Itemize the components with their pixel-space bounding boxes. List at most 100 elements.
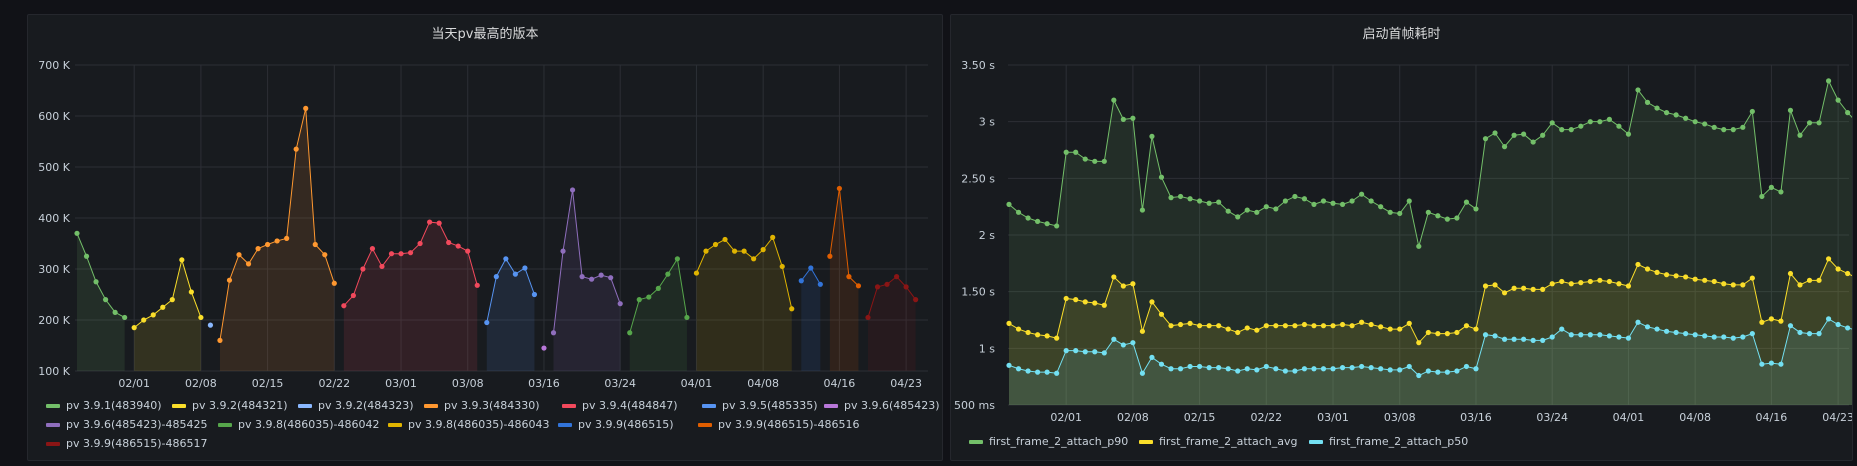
y-tick-label: 100 K [38, 365, 70, 378]
data-point [1511, 336, 1517, 342]
data-point [636, 297, 642, 303]
legend-swatch [969, 440, 983, 444]
data-point [1149, 133, 1155, 139]
legend-item[interactable]: pv 3.9.9(486515)-486517 [46, 437, 208, 450]
legend-label: pv 3.9.9(486515)-486517 [66, 437, 208, 450]
data-point [693, 270, 700, 276]
data-point [808, 265, 814, 271]
legend-item[interactable]: first_frame_2_attach_p50 [1309, 435, 1468, 448]
legend-label: first_frame_2_attach_p90 [989, 435, 1128, 448]
data-point [1549, 120, 1555, 126]
data-point [684, 314, 690, 321]
data-point [1454, 215, 1460, 221]
series-pv-3-9-6-485423 [541, 345, 547, 351]
data-point [1282, 323, 1288, 329]
legend-item[interactable]: pv 3.9.6(485423)-485425 [46, 418, 208, 431]
series-pv-3-9-8-486035-486043 [693, 234, 795, 371]
legend-item[interactable]: pv 3.9.5(485335) [702, 399, 818, 412]
data-point [1168, 366, 1174, 372]
data-point [1606, 333, 1612, 339]
legend-item[interactable]: first_frame_2_attach_avg [1139, 435, 1297, 448]
data-point [1187, 196, 1193, 202]
data-point [541, 345, 547, 351]
data-point [1101, 302, 1107, 308]
data-point [1702, 121, 1708, 127]
data-point [131, 325, 137, 331]
data-point [493, 274, 499, 280]
x-tick-label: 02/15 [252, 377, 284, 390]
data-point [1587, 332, 1593, 338]
legend-item[interactable]: first_frame_2_attach_p90 [969, 435, 1128, 448]
data-point [1330, 323, 1336, 329]
data-point [1416, 372, 1422, 379]
data-point [1702, 277, 1708, 283]
data-point [1397, 367, 1403, 373]
data-point [1521, 285, 1527, 291]
data-point [1101, 158, 1107, 164]
data-point [1406, 363, 1412, 370]
y-tick-label: 1 s [979, 342, 995, 355]
data-point [1549, 334, 1555, 340]
data-point [1606, 116, 1612, 122]
data-point [1749, 275, 1755, 281]
data-point [1206, 323, 1212, 329]
data-point [455, 243, 461, 249]
legend-item[interactable]: pv 3.9.3(484330) [424, 399, 540, 412]
data-point [608, 275, 614, 281]
data-point [1444, 331, 1450, 337]
data-point [674, 256, 680, 262]
legend-item[interactable]: pv 3.9.6(485423) [824, 399, 940, 412]
data-point [836, 185, 843, 192]
legend-label: pv 3.9.9(486515) [578, 418, 674, 431]
legend-item[interactable]: pv 3.9.2(484323) [298, 399, 414, 412]
legend-label: pv 3.9.8(486035)-486043 [408, 418, 550, 431]
data-point [1835, 266, 1841, 272]
x-tick-label: 02/22 [318, 377, 350, 390]
data-point [817, 281, 823, 287]
data-point [1216, 365, 1222, 371]
data-point [1206, 365, 1212, 371]
data-point [1092, 349, 1098, 355]
data-point [1139, 207, 1146, 213]
data-point [160, 304, 166, 310]
data-point [1435, 369, 1441, 375]
legend-item[interactable]: pv 3.9.4(484847) [562, 399, 678, 412]
data-point [1425, 368, 1431, 374]
data-point [1130, 340, 1136, 346]
data-point [1216, 323, 1222, 329]
data-point [1806, 277, 1813, 283]
legend-item[interactable]: pv 3.9.9(486515)-486516 [698, 418, 860, 431]
legend-swatch [46, 442, 60, 446]
legend-item[interactable]: pv 3.9.9(486515) [558, 418, 674, 431]
series-area [134, 259, 201, 371]
data-point [1540, 286, 1546, 292]
data-point [1359, 191, 1365, 197]
data-point [1530, 139, 1536, 145]
legend-item[interactable]: pv 3.9.2(484321) [172, 399, 288, 412]
legend-item[interactable]: pv 3.9.8(486035)-486043 [388, 418, 550, 431]
data-point [1397, 326, 1403, 332]
data-point [1158, 361, 1165, 367]
data-point [1721, 281, 1727, 287]
data-point [1425, 209, 1431, 215]
data-point [1197, 323, 1203, 329]
data-point [1225, 208, 1231, 214]
data-point [579, 274, 585, 280]
data-point [1273, 323, 1279, 329]
data-point [1111, 274, 1117, 280]
data-point [1187, 320, 1193, 326]
data-point [1158, 311, 1165, 317]
legend-item[interactable]: pv 3.9.1(483940) [46, 399, 162, 412]
x-tick-label: 04/08 [1679, 411, 1711, 424]
x-tick-label: 02/08 [185, 377, 217, 390]
data-point [1606, 278, 1612, 285]
y-tick-label: 3 s [979, 116, 995, 129]
data-point [1683, 274, 1689, 280]
x-tick-label: 03/08 [452, 377, 484, 390]
legend-item[interactable]: pv 3.9.8(486035)-486042 [218, 418, 380, 431]
data-point [893, 274, 900, 280]
data-point [1635, 319, 1641, 325]
series-pv-3-9-8-486035-486042 [627, 256, 690, 371]
data-point [341, 303, 347, 309]
data-point [1644, 266, 1651, 272]
